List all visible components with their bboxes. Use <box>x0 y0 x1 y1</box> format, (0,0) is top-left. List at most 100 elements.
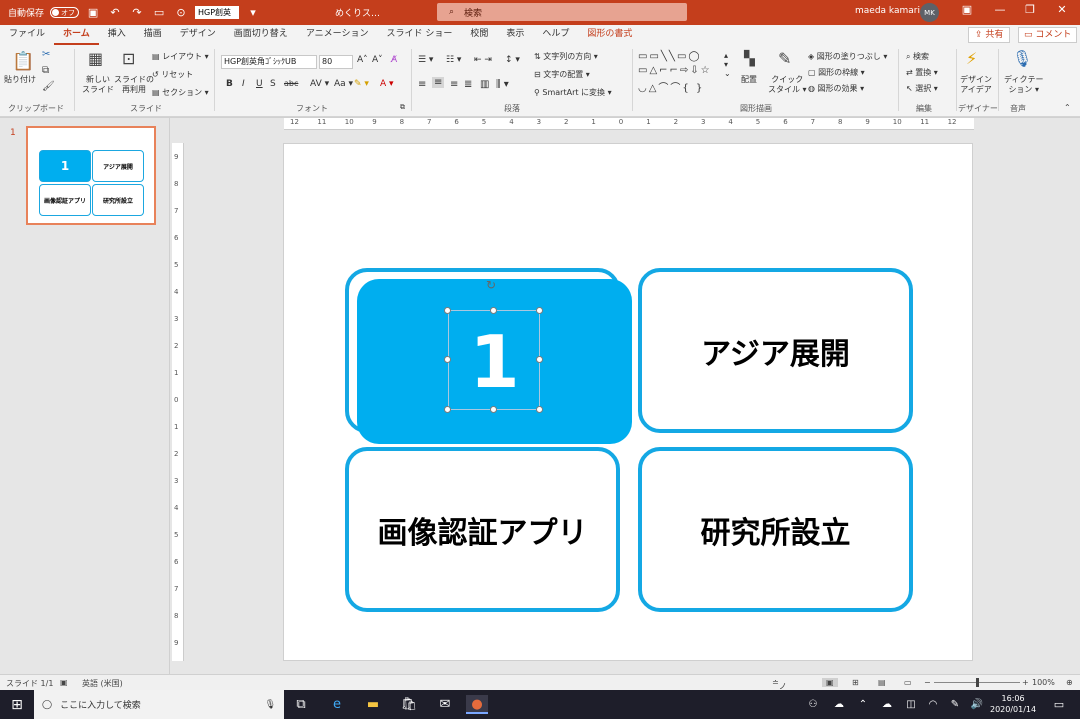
slideshow-view-icon[interactable]: ▭ <box>904 678 912 687</box>
maximize-icon[interactable]: ❐ <box>1020 3 1040 16</box>
highlight-icon[interactable]: ✎ ▾ <box>354 79 369 89</box>
volume-icon[interactable]: 🔊 <box>966 695 988 714</box>
paste-button[interactable]: 貼り付け <box>4 75 36 85</box>
strikethrough-button[interactable]: abc <box>284 79 298 88</box>
section-button[interactable]: ▤ セクション ▾ <box>152 87 209 98</box>
smartart-button[interactable]: ⚲ SmartArt に変換 ▾ <box>534 87 612 98</box>
wifi-icon[interactable]: ◠ <box>922 695 944 714</box>
system-tray-icon[interactable]: ⌃ <box>852 695 874 714</box>
onedrive-icon[interactable]: ☁ <box>828 695 850 714</box>
shape-effects-button[interactable]: ◍ 図形の効果 ▾ <box>808 83 864 94</box>
tab-transitions[interactable]: 画面切り替え <box>225 25 297 45</box>
resize-handle[interactable] <box>490 406 497 413</box>
notification-icon[interactable]: ▭ <box>1048 695 1070 714</box>
line-spacing-icon[interactable]: ↕ ▾ <box>505 55 520 65</box>
align-text-button[interactable]: ⊟ 文字の配置 ▾ <box>534 69 590 80</box>
bullets-icon[interactable]: ☰ ▾ <box>418 55 433 65</box>
shape-outline-button[interactable]: ▢ 図形の枠線 ▾ <box>808 67 865 78</box>
columns-icon[interactable]: ⫼ ▾ <box>496 79 509 90</box>
microphone-icon[interactable]: 🎙 <box>265 700 276 710</box>
resize-handle[interactable] <box>444 406 451 413</box>
comment-button[interactable]: ▭ コメント <box>1018 27 1078 43</box>
tab-draw[interactable]: 描画 <box>135 25 171 45</box>
fit-slide-icon[interactable]: ⊕ <box>1066 678 1073 687</box>
tab-review[interactable]: 校閲 <box>461 25 497 45</box>
resize-handle[interactable] <box>444 356 451 363</box>
file-explorer-icon[interactable]: ▬ <box>362 695 384 714</box>
clear-format-icon[interactable]: A̸ <box>391 55 397 65</box>
mail-icon[interactable]: ✉ <box>434 695 456 714</box>
collapse-ribbon-icon[interactable]: ⌃ <box>1064 103 1071 112</box>
cut-icon[interactable]: ✂ <box>42 49 50 60</box>
underline-button[interactable]: U <box>256 79 263 89</box>
presentation-icon[interactable]: ▭ <box>151 6 167 19</box>
tab-help[interactable]: ヘルプ <box>533 25 578 45</box>
new-slide-icon[interactable]: ▦ <box>88 49 103 68</box>
powerpoint-taskbar-icon[interactable]: ● <box>466 695 488 714</box>
notes-button[interactable]: ≐ ノート <box>772 678 787 713</box>
language-indicator[interactable]: 英語 (米国) <box>82 678 123 689</box>
justify-icon[interactable]: ≣ <box>464 79 472 90</box>
zoom-level[interactable]: 100% <box>1032 678 1055 687</box>
font-name-combo[interactable]: HGP創英角ｺﾞｼｯｸUB <box>221 55 317 69</box>
zoom-out-icon[interactable]: − <box>924 678 931 687</box>
format-painter-icon[interactable]: 🖌 <box>42 81 55 92</box>
zoom-slider-thumb[interactable] <box>976 678 979 687</box>
tab-home[interactable]: ホーム <box>54 25 99 45</box>
increase-font-icon[interactable]: A˄ <box>357 55 368 65</box>
present-from-start-icon[interactable]: ⊙ <box>173 6 189 19</box>
undo-icon[interactable]: ↶ <box>107 6 123 19</box>
rotate-handle-icon[interactable]: ↻ <box>486 278 496 292</box>
microphone-icon[interactable]: 🎙 <box>1012 49 1032 68</box>
tab-slideshow[interactable]: スライド ショー <box>377 25 461 45</box>
card-asia[interactable]: アジア展開 <box>638 268 913 433</box>
normal-view-icon[interactable]: ▣ <box>822 678 838 687</box>
tab-shape-format[interactable]: 図形の書式 <box>578 25 641 45</box>
font-size-combo[interactable]: 80 <box>319 55 353 69</box>
arrange-icon[interactable]: ▚ <box>744 51 755 67</box>
taskbar-search-box[interactable]: ◯ ここに入力して検索 🎙 <box>34 690 284 719</box>
tab-view[interactable]: 表示 <box>497 25 533 45</box>
zoom-in-icon[interactable]: + <box>1022 678 1029 687</box>
card-research-lab[interactable]: 研究所設立 <box>638 447 913 612</box>
char-spacing-icon[interactable]: AV ▾ <box>310 79 329 89</box>
tab-file[interactable]: ファイル <box>0 25 54 45</box>
shapes-scroll-icon[interactable]: ▴ ▾ ⌄ <box>724 51 731 78</box>
font-color-icon[interactable]: A ▾ <box>380 79 394 89</box>
resize-handle[interactable] <box>536 406 543 413</box>
store-icon[interactable]: 🛍 <box>398 695 420 714</box>
arrange-button[interactable]: 配置 <box>741 75 757 85</box>
cloud-icon[interactable]: ☁ <box>876 695 898 714</box>
resize-handle[interactable] <box>490 307 497 314</box>
reuse-slides-button[interactable]: スライドの 再利用 <box>114 75 154 95</box>
redo-icon[interactable]: ↷ <box>129 6 145 19</box>
close-icon[interactable]: ✕ <box>1052 3 1072 16</box>
text-direction-button[interactable]: ⇅ 文字列の方向 ▾ <box>534 51 598 62</box>
resize-handle[interactable] <box>444 307 451 314</box>
shapes-gallery-row3[interactable]: ◡△⌒⌒{ } <box>638 79 704 94</box>
reset-button[interactable]: ↺ リセット <box>152 69 193 80</box>
reading-view-icon[interactable]: ▤ <box>878 678 886 687</box>
card-image-recognition-app[interactable]: 画像認証アプリ <box>345 447 620 612</box>
quick-styles-button[interactable]: クイック スタイル ▾ <box>768 75 807 95</box>
dictate-button[interactable]: ディクテー ション ▾ <box>1004 75 1043 95</box>
shape-fill-button[interactable]: ◈ 図形の塗りつぶし ▾ <box>808 51 887 62</box>
paste-icon[interactable]: 📋 <box>12 51 34 72</box>
pen-icon[interactable]: ✎ <box>944 695 966 714</box>
align-left-icon[interactable]: ≡ <box>418 79 426 90</box>
indent-icon[interactable]: ⇤ ⇥ <box>474 55 492 65</box>
slide-sorter-icon[interactable]: ⊞ <box>852 678 859 687</box>
customize-quick-access-icon[interactable]: ▾ <box>245 6 261 19</box>
user-name[interactable]: maeda kamari <box>855 6 920 16</box>
resize-handle[interactable] <box>536 356 543 363</box>
resize-handle[interactable] <box>536 307 543 314</box>
shapes-gallery-row2[interactable]: ▭△⌐⌐⇨⇩☆ <box>638 65 712 76</box>
ribbon-display-icon[interactable]: ▣ <box>957 3 977 16</box>
minimize-icon[interactable]: — <box>990 3 1010 16</box>
distributed-icon[interactable]: ▥ <box>480 79 489 90</box>
edge-icon[interactable]: e <box>326 695 348 714</box>
align-center-icon[interactable]: ≡ <box>432 77 445 88</box>
autosave-toggle[interactable]: オフ <box>50 7 80 18</box>
shapes-gallery-row1[interactable]: ▭▭╲╲▭◯ <box>638 51 702 62</box>
design-ideas-icon[interactable]: ⚡ <box>966 49 977 68</box>
